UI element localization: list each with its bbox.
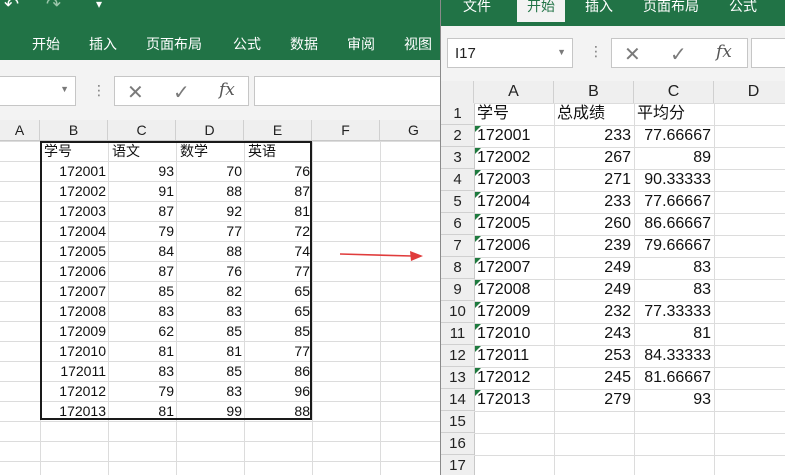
grid-line [474,455,785,456]
data-cell[interactable]: 172002 [477,147,553,169]
data-cell[interactable]: 84.33333 [634,345,711,367]
data-cell[interactable]: 172006 [477,235,553,257]
right-ribbon: 文件 开始 插入 页面布局 公式 [441,0,785,26]
row-header[interactable]: 6 [441,213,474,235]
data-cell[interactable]: 260 [554,213,631,235]
tab-file[interactable]: 文件 [463,0,491,16]
name-box[interactable]: I17 ▼ [447,38,573,68]
header-cell[interactable]: 学号 [477,103,553,125]
data-cell[interactable]: 232 [554,301,631,323]
data-cell[interactable]: 83 [634,257,711,279]
right-excel-window: 文件 开始 插入 页面布局 公式 I17 ▼ ⋮ ✕ ✓ fx A B C D … [440,0,785,475]
data-cell[interactable]: 79.66667 [634,235,711,257]
data-cell[interactable]: 233 [554,191,631,213]
data-cell[interactable]: 245 [554,367,631,389]
row-header[interactable]: 15 [441,411,474,433]
data-cell[interactable]: 172011 [477,345,553,367]
data-cell[interactable]: 253 [554,345,631,367]
data-cell[interactable]: 172013 [477,389,553,411]
data-cell[interactable]: 172004 [477,191,553,213]
row-header[interactable]: 5 [441,191,474,213]
row-header[interactable]: 8 [441,257,474,279]
data-cell[interactable]: 249 [554,257,631,279]
row-header[interactable]: 14 [441,389,474,411]
column-header[interactable]: C [634,81,714,103]
row-header[interactable]: 11 [441,323,474,345]
column-headers: A B C D [441,81,785,104]
data-cell[interactable]: 77.33333 [634,301,711,323]
data-cell[interactable]: 172009 [477,301,553,323]
data-cell[interactable]: 249 [554,279,631,301]
data-cell[interactable]: 172005 [477,213,553,235]
tab-page-layout[interactable]: 页面布局 [643,0,699,16]
check-icon[interactable]: ✓ [670,42,687,67]
row-headers: 1 2 3 4 5 6 7 8 9 10 11 12 13 14 15 16 17 [441,103,475,475]
tab-insert[interactable]: 插入 [585,0,613,16]
formula-input[interactable] [751,38,785,68]
row-header[interactable]: 10 [441,301,474,323]
data-cell[interactable]: 172007 [477,257,553,279]
data-cell[interactable]: 77.66667 [634,191,711,213]
arrow-icon [339,251,423,261]
data-cell[interactable]: 93 [634,389,711,411]
data-cell[interactable]: 81 [634,323,711,345]
tab-formulas[interactable]: 公式 [729,0,757,16]
formula-buttons: ✕ ✓ fx [611,38,748,68]
data-cell[interactable]: 86.66667 [634,213,711,235]
data-cell[interactable]: 239 [554,235,631,257]
data-cell[interactable]: 233 [554,125,631,147]
data-cell[interactable]: 172012 [477,367,553,389]
row-header[interactable]: 4 [441,169,474,191]
data-cell[interactable]: 81.66667 [634,367,711,389]
column-header[interactable]: D [714,81,785,103]
chevron-down-icon[interactable]: ▼ [557,47,566,57]
name-box-value: I17 [455,45,476,62]
data-cell[interactable]: 279 [554,389,631,411]
row-header[interactable]: 7 [441,235,474,257]
row-header[interactable]: 16 [441,433,474,455]
row-header[interactable]: 12 [441,345,474,367]
grid-line [714,103,715,475]
tab-home[interactable]: 开始 [517,0,565,22]
column-header[interactable]: B [554,81,634,103]
data-cell[interactable]: 172001 [477,125,553,147]
row-header[interactable]: 1 [441,103,474,125]
data-cell[interactable]: 172010 [477,323,553,345]
data-cell[interactable]: 271 [554,169,631,191]
data-cell[interactable]: 172003 [477,169,553,191]
data-cell[interactable]: 172008 [477,279,553,301]
data-cell[interactable]: 89 [634,147,711,169]
row-header[interactable]: 2 [441,125,474,147]
select-all-corner[interactable] [441,81,474,103]
row-header[interactable]: 3 [441,147,474,169]
row-header[interactable]: 13 [441,367,474,389]
header-cell[interactable]: 总成绩 [557,103,633,125]
header-cell[interactable]: 平均分 [637,103,713,125]
data-cell[interactable]: 90.33333 [634,169,711,191]
data-cell[interactable]: 243 [554,323,631,345]
column-header[interactable]: A [474,81,554,103]
data-cell[interactable]: 77.66667 [634,125,711,147]
cancel-icon[interactable]: ✕ [624,42,641,67]
drag-handle-icon: ⋮ [589,43,603,59]
row-header[interactable]: 17 [441,455,474,475]
data-cell[interactable]: 83 [634,279,711,301]
data-cell[interactable]: 267 [554,147,631,169]
insert-function-icon[interactable]: fx [716,42,732,62]
right-formula-bar: I17 ▼ ⋮ ✕ ✓ fx [441,26,785,82]
row-header[interactable]: 9 [441,279,474,301]
grid-line [474,433,785,434]
grid-line [474,411,785,412]
